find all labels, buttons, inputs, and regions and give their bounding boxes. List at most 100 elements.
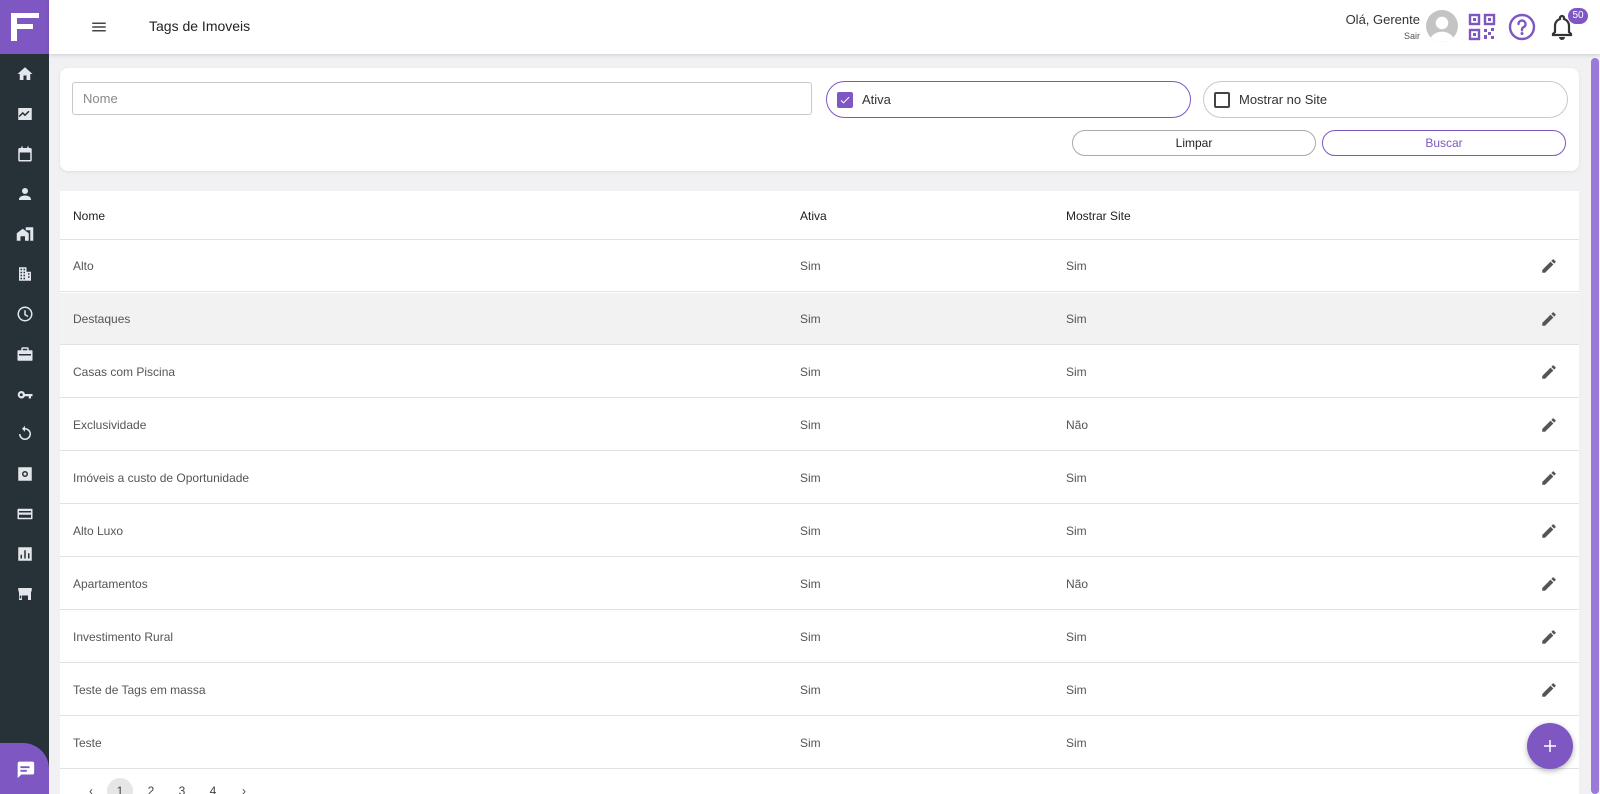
header-mostrar-site[interactable]: Mostrar Site (1066, 209, 1131, 223)
table-row[interactable]: Exclusividade Sim Não (60, 399, 1579, 451)
edit-button[interactable] (1537, 519, 1561, 543)
edit-button[interactable] (1537, 678, 1561, 702)
edit-button[interactable] (1537, 307, 1561, 331)
page-title: Tags de Imoveis (149, 18, 251, 34)
sidebar-item-trending-up[interactable] (0, 94, 49, 134)
table-row[interactable]: Alto Sim Sim (60, 240, 1579, 292)
person-icon (18, 188, 31, 200)
help-icon[interactable] (1508, 13, 1536, 41)
next-page-button[interactable]: › (231, 778, 257, 794)
cell-ativa: Sim (800, 365, 821, 379)
user-avatar-icon (1429, 16, 1455, 42)
cell-ativa: Sim (800, 259, 821, 273)
table-row[interactable]: Teste de Tags em massa Sim Sim (60, 664, 1579, 716)
page-1-button[interactable]: 1 (107, 778, 133, 794)
key-icon (17, 391, 32, 399)
tags-table: Nome Ativa Mostrar Site Alto Sim Sim Destaq… (60, 191, 1579, 794)
pagination: ‹ 1 2 3 4 › (60, 778, 380, 794)
add-tag-button[interactable] (1527, 723, 1573, 769)
logout-link[interactable]: Sair (1346, 31, 1420, 41)
sidebar-item-settings[interactable] (0, 454, 49, 494)
edit-button[interactable] (1537, 360, 1561, 384)
edit-button[interactable] (1537, 466, 1561, 490)
bar-chart-icon (17, 547, 32, 561)
avatar[interactable] (1426, 10, 1458, 42)
pencil-icon (1542, 312, 1556, 326)
topbar: Tags de Imoveis Olá, Gerente Sair 50 (49, 0, 1600, 54)
sidebar-item-refresh[interactable] (0, 414, 49, 454)
menu-toggle-button[interactable] (87, 15, 111, 39)
sidebar-item-store[interactable] (0, 574, 49, 614)
cell-ativa: Sim (800, 471, 821, 485)
cell-ativa: Sim (800, 418, 821, 432)
cell-ativa: Sim (800, 683, 821, 697)
page-2-button[interactable]: 2 (138, 778, 164, 794)
sidebar-item-key[interactable] (0, 374, 49, 414)
cell-ativa: Sim (800, 524, 821, 538)
cell-ativa: Sim (800, 312, 821, 326)
sidebar-item-person[interactable] (0, 174, 49, 214)
cell-mostrar-site: Sim (1066, 630, 1087, 644)
cell-ativa: Sim (800, 577, 821, 591)
trending-up-icon (17, 108, 32, 120)
app-logo[interactable] (0, 0, 49, 54)
table-row[interactable]: Casas com Piscina Sim Sim (60, 346, 1579, 398)
sidebar-item-building[interactable] (0, 254, 49, 294)
page-scrollbar[interactable] (1588, 54, 1600, 794)
prev-page-button[interactable]: ‹ (78, 778, 104, 794)
qr-code-icon[interactable] (1468, 13, 1496, 41)
cell-mostrar-site: Sim (1066, 524, 1087, 538)
table-row[interactable]: Investimento Rural Sim Sim (60, 611, 1579, 663)
ativa-checkbox[interactable]: Ativa (826, 81, 1191, 118)
store-icon (17, 588, 32, 600)
table-row[interactable]: Destaques Sim Sim (60, 293, 1579, 345)
cell-nome: Investimento Rural (73, 630, 174, 644)
cell-mostrar-site: Sim (1066, 312, 1087, 326)
cell-mostrar-site: Sim (1066, 259, 1087, 273)
chat-button[interactable] (0, 743, 49, 794)
header-nome[interactable]: Nome (73, 209, 105, 223)
user-greeting: Olá, Gerente Sair (1346, 12, 1420, 41)
page-3-button[interactable]: 3 (169, 778, 195, 794)
cell-ativa: Sim (800, 736, 821, 750)
edit-button[interactable] (1537, 572, 1561, 596)
table-row[interactable]: Imóveis a custo de Oportunidade Sim Sim (60, 452, 1579, 504)
pencil-icon (1542, 259, 1556, 273)
plus-icon (1544, 740, 1556, 752)
sidebar-item-bar-chart[interactable] (0, 534, 49, 574)
cell-nome: Alto Luxo (73, 524, 124, 538)
cell-mostrar-site: Sim (1066, 683, 1087, 697)
table-row[interactable]: Teste Sim Sim (60, 717, 1579, 769)
edit-button[interactable] (1537, 413, 1561, 437)
search-button[interactable]: Buscar (1322, 130, 1566, 156)
chat-icon (17, 761, 34, 778)
refresh-icon (18, 425, 31, 440)
cell-ativa: Sim (800, 630, 821, 644)
sidebar-item-real-estate[interactable] (0, 214, 49, 254)
sidebar-item-home[interactable] (0, 54, 49, 94)
greeting-text: Olá, Gerente (1345, 12, 1420, 27)
sidebar-item-calendar[interactable] (0, 134, 49, 174)
mostrar-site-checkbox[interactable]: Mostrar no Site (1203, 81, 1568, 118)
notification-count-badge: 50 (1568, 8, 1588, 24)
edit-button[interactable] (1537, 254, 1561, 278)
sidebar-item-credit-card[interactable] (0, 494, 49, 534)
table-header: Nome Ativa Mostrar Site (60, 191, 1579, 240)
scrollbar-thumb[interactable] (1591, 58, 1599, 794)
pencil-icon (1542, 577, 1556, 591)
sidebar-item-clock[interactable] (0, 294, 49, 334)
clear-button[interactable]: Limpar (1072, 130, 1316, 156)
name-filter-input[interactable] (72, 82, 812, 115)
real-estate-icon (16, 227, 33, 241)
filter-panel: Ativa Mostrar no Site Limpar Buscar (60, 68, 1579, 171)
table-row[interactable]: Apartamentos Sim Não (60, 558, 1579, 610)
sidebar-item-briefcase[interactable] (0, 334, 49, 374)
cell-nome: Imóveis a custo de Oportunidade (73, 471, 250, 485)
table-row[interactable]: Alto Luxo Sim Sim (60, 505, 1579, 557)
calendar-icon (17, 146, 32, 162)
edit-button[interactable] (1537, 625, 1561, 649)
hamburger-icon (92, 22, 106, 32)
ativa-label: Ativa (862, 92, 891, 107)
header-ativa[interactable]: Ativa (800, 209, 827, 223)
page-4-button[interactable]: 4 (200, 778, 226, 794)
